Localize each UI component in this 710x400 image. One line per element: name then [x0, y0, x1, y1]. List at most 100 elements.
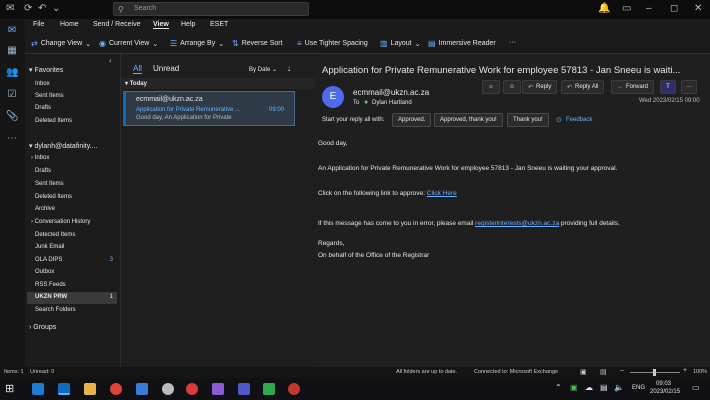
- folder-search-folders[interactable]: Search Folders: [35, 307, 76, 313]
- folder-junk[interactable]: Junk Email: [35, 244, 64, 250]
- list-item[interactable]: ecmmail@ukzn.ac.za Application for Priva…: [123, 91, 295, 126]
- teams-app-icon[interactable]: [238, 383, 250, 395]
- folder-outbox[interactable]: Outbox: [35, 269, 54, 275]
- attach-icon[interactable]: 📎: [6, 111, 18, 123]
- reply-button[interactable]: ↶ Reply: [522, 80, 558, 94]
- menu-view[interactable]: View: [153, 21, 169, 29]
- mail-icon[interactable]: ✉: [6, 25, 18, 37]
- arrange-by-button[interactable]: ☰ Arrange By ⌄: [170, 39, 224, 48]
- restore-ribbon-icon[interactable]: ▭: [622, 3, 631, 14]
- tab-unread[interactable]: Unread: [153, 64, 179, 73]
- gauge-app-icon[interactable]: [288, 383, 300, 395]
- network-icon[interactable]: ▤: [600, 383, 608, 392]
- clock-date[interactable]: 2023/02/15: [650, 389, 680, 395]
- quick-reply-approved[interactable]: Approved.: [392, 113, 432, 127]
- visual-studio-icon[interactable]: [212, 383, 224, 395]
- immersive-reader-button[interactable]: ▤ Immersive Reader: [428, 39, 496, 48]
- notifications-icon[interactable]: ▭: [692, 383, 700, 392]
- menu-help[interactable]: Help: [181, 21, 195, 28]
- emoji-icon[interactable]: ☺: [503, 80, 521, 94]
- layout-button[interactable]: ▥ Layout ⌄: [380, 39, 420, 48]
- outlook-icon[interactable]: [58, 383, 70, 395]
- more-apps-icon[interactable]: ⋯: [6, 133, 18, 145]
- email-to[interactable]: Dylan Hartland: [372, 100, 412, 106]
- folder-archive[interactable]: Archive: [35, 206, 55, 212]
- avatar[interactable]: E: [322, 86, 344, 108]
- close-icon[interactable]: ✕: [694, 3, 702, 14]
- reply-all-button[interactable]: ↶ Reply All: [561, 80, 605, 94]
- clock-time[interactable]: 09:03: [656, 381, 671, 387]
- folder-inbox[interactable]: › Inbox: [31, 155, 49, 161]
- chrome-icon[interactable]: [110, 383, 122, 395]
- volume-icon[interactable]: 🔈: [614, 383, 624, 392]
- folder-sent[interactable]: Sent Items: [35, 181, 64, 187]
- groups-header[interactable]: › Groups: [29, 324, 56, 331]
- more-actions-icon[interactable]: ···: [681, 80, 697, 94]
- language-indicator[interactable]: ENG: [632, 385, 645, 391]
- sun-icon[interactable]: ☼: [482, 80, 500, 94]
- tighter-spacing-button[interactable]: ≡ Use Tighter Spacing: [297, 39, 368, 48]
- feedback-link[interactable]: Feedback: [566, 117, 592, 123]
- email-from[interactable]: ecmmail@ukzn.ac.za: [353, 88, 429, 97]
- quick-reply-approved-thanks[interactable]: Approved, thank you!: [434, 113, 503, 127]
- start-icon[interactable]: ⊞: [5, 382, 14, 395]
- quick-reply-thank-you[interactable]: Thank you!: [507, 113, 549, 127]
- qat-dropdown-icon[interactable]: ⌄: [52, 3, 60, 14]
- sync-icon[interactable]: ⟳: [24, 3, 32, 14]
- search-box[interactable]: ⚲ Search: [113, 2, 309, 16]
- file-explorer-icon[interactable]: [84, 383, 96, 395]
- folder-ukzn-prw[interactable]: UKZN PRW: [35, 294, 67, 300]
- blocked-app-icon[interactable]: [186, 383, 198, 395]
- minimize-icon[interactable]: –: [646, 3, 652, 14]
- teams-icon[interactable]: T: [660, 80, 676, 94]
- reading-view-icon[interactable]: ▤: [600, 368, 607, 376]
- change-view-button[interactable]: ⇄ Change View ⌄: [31, 39, 91, 48]
- email-link[interactable]: registerinterests@ukzn.ac.za: [475, 220, 559, 227]
- app-icon[interactable]: [162, 383, 174, 395]
- folder-drafts[interactable]: Drafts: [35, 168, 51, 174]
- menu-file[interactable]: File: [33, 21, 44, 28]
- normal-view-icon[interactable]: ▣: [580, 368, 587, 376]
- menu-eset[interactable]: ESET: [210, 21, 228, 28]
- zoom-out-icon[interactable]: –: [620, 367, 624, 374]
- fav-drafts[interactable]: Drafts: [35, 105, 51, 111]
- zoom-in-icon[interactable]: +: [683, 367, 687, 374]
- group-header-today[interactable]: ▾ Today: [121, 78, 315, 89]
- calendar-icon[interactable]: ▦: [6, 45, 18, 57]
- sort-icon: ⇅: [232, 39, 239, 48]
- favorites-header[interactable]: ▾ Favorites: [29, 66, 63, 74]
- reverse-sort-button[interactable]: ⇅ Reverse Sort: [232, 39, 283, 48]
- tray-app-icon[interactable]: ▣: [570, 383, 578, 392]
- fav-deleted[interactable]: Deleted Items: [35, 118, 72, 124]
- folder-deleted[interactable]: Deleted Items: [35, 194, 72, 200]
- ola-dips-count: 3: [109, 257, 113, 263]
- menu-home[interactable]: Home: [60, 21, 79, 28]
- sort-direction-icon[interactable]: ↓: [287, 64, 291, 73]
- folder-conversation-history[interactable]: › Conversation History: [31, 219, 90, 225]
- folder-ola-dips[interactable]: OLA DIPS: [35, 257, 62, 263]
- account-header[interactable]: ▾ dylanh@datafinity....: [29, 142, 97, 150]
- bell-icon[interactable]: 🔔: [598, 3, 610, 14]
- undo-icon[interactable]: ↶: [38, 3, 46, 14]
- zoom-thumb[interactable]: [653, 369, 656, 376]
- maximize-icon[interactable]: ◻: [670, 3, 678, 14]
- menu-send-receive[interactable]: Send / Receive: [93, 21, 140, 28]
- tab-all[interactable]: All: [133, 64, 142, 74]
- fav-inbox[interactable]: Inbox: [35, 81, 50, 87]
- sort-dropdown[interactable]: By Date ⌄: [249, 66, 277, 73]
- tray-chevron-icon[interactable]: ⌃: [555, 383, 562, 392]
- folder-detected[interactable]: Detected Items: [35, 232, 75, 238]
- people-icon[interactable]: 👥: [6, 67, 18, 79]
- tasks-icon[interactable]: ☑: [6, 89, 18, 101]
- current-view-button[interactable]: ◉ Current View ⌄: [99, 39, 158, 48]
- green-app-icon[interactable]: [263, 383, 275, 395]
- fav-sent[interactable]: Sent Items: [35, 93, 64, 99]
- forward-button[interactable]: → Forward: [611, 80, 655, 94]
- collapse-pane-icon[interactable]: ‹: [109, 56, 112, 65]
- approve-link[interactable]: Click Here: [427, 190, 457, 197]
- onedrive-icon[interactable]: ☁: [585, 383, 593, 392]
- ribbon-more-button[interactable]: ···: [509, 39, 516, 46]
- vscode-icon[interactable]: [32, 383, 44, 395]
- remote-desktop-icon[interactable]: [136, 383, 148, 395]
- folder-rss[interactable]: RSS Feeds: [35, 282, 66, 288]
